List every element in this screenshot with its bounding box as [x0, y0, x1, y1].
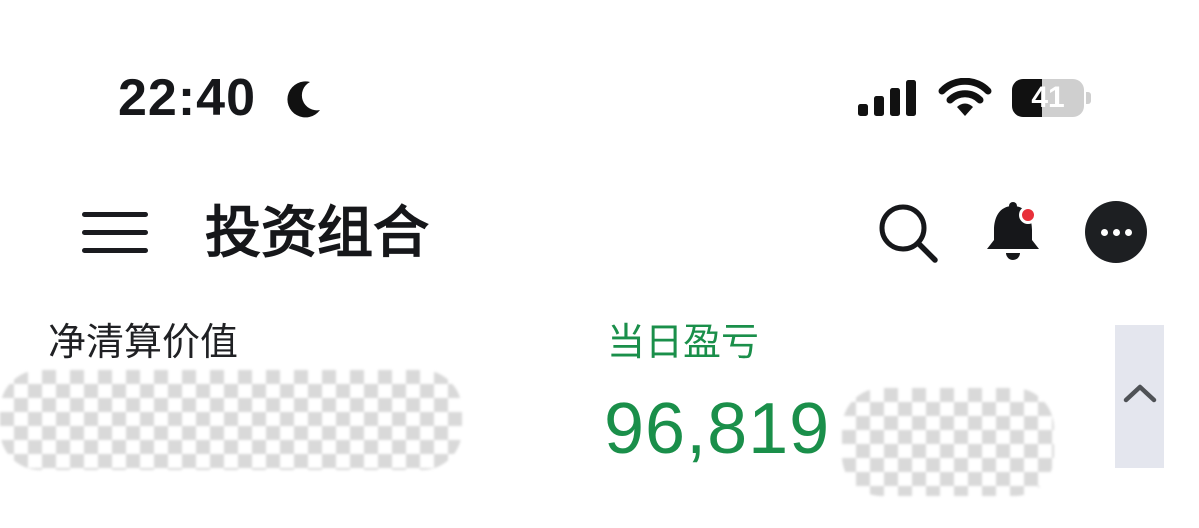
hamburger-line	[82, 248, 148, 253]
cellular-signal-icon	[858, 80, 916, 116]
wifi-icon	[938, 78, 992, 116]
page-title: 投资组合	[205, 201, 429, 264]
daily-pnl-value-redacted	[842, 388, 1054, 496]
battery-cap	[1086, 92, 1091, 104]
daily-pnl-value: 96,819	[604, 389, 831, 469]
menu-button[interactable]	[80, 206, 152, 258]
net-liquidation-label: 净清算价值	[48, 322, 239, 364]
battery-level: 41	[1031, 81, 1065, 114]
daily-pnl-label: 当日盈亏	[607, 322, 760, 364]
net-liquidation-value-redacted	[0, 370, 462, 470]
more-dot	[1125, 229, 1132, 236]
status-time: 22:40	[118, 69, 256, 127]
collapse-button[interactable]	[1115, 325, 1164, 468]
chevron-up-icon	[1123, 384, 1157, 403]
moon-icon	[287, 81, 320, 118]
search-icon[interactable]	[875, 200, 941, 266]
battery-indicator: 41	[1012, 79, 1092, 117]
hamburger-line	[82, 230, 148, 235]
hamburger-menu-icon	[82, 212, 148, 217]
more-options-button[interactable]	[1085, 201, 1147, 263]
more-options-icon	[1101, 229, 1108, 236]
notification-badge	[1019, 206, 1037, 224]
bell-icon[interactable]	[982, 198, 1044, 266]
more-dot	[1113, 229, 1120, 236]
